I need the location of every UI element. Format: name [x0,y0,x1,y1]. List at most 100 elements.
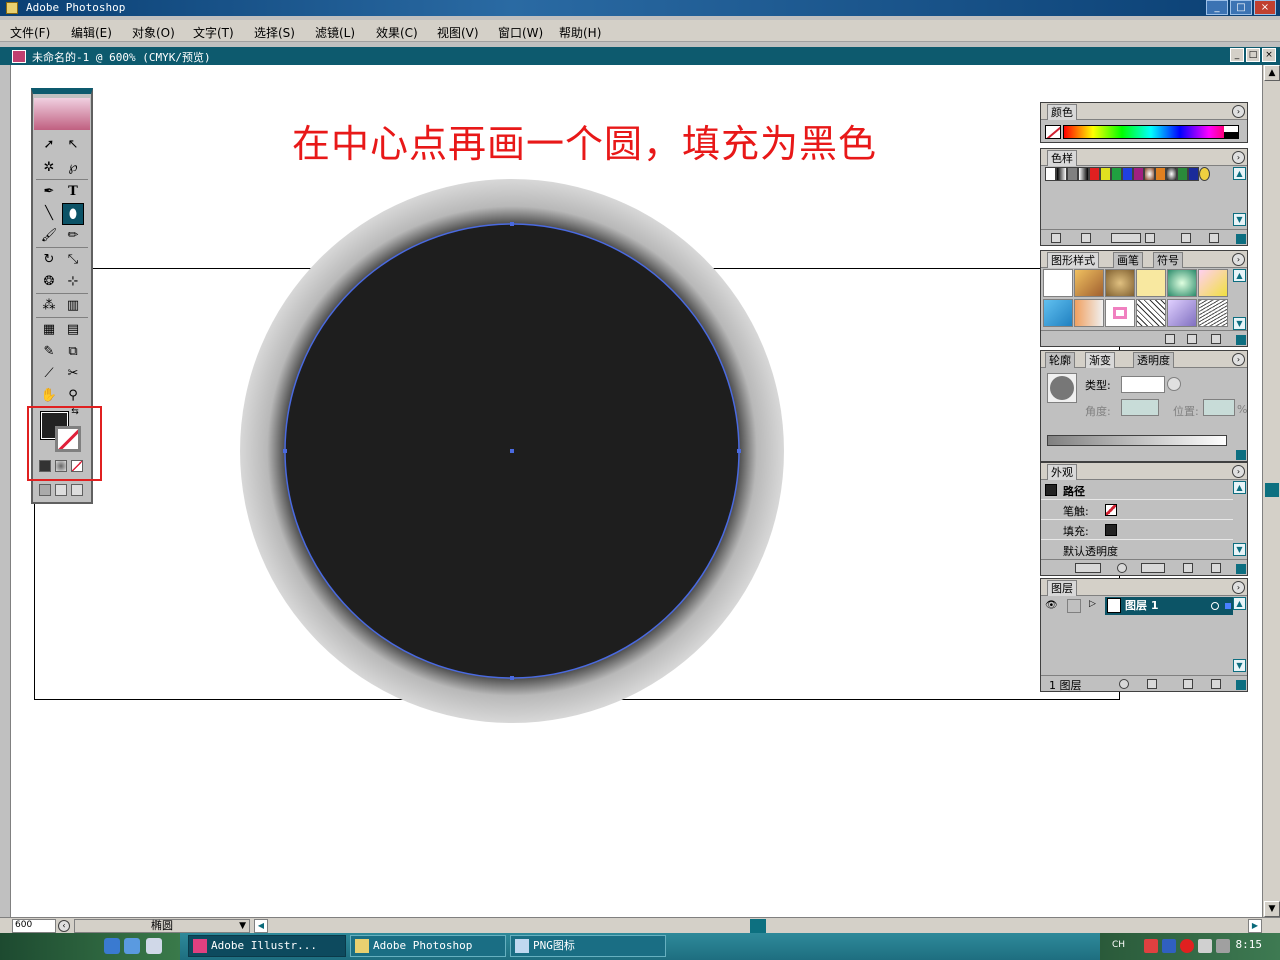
expand-layer-icon[interactable]: ▷ [1089,599,1096,609]
circle-artwork[interactable] [238,176,788,726]
menu-filter[interactable]: 滤镜(L) [315,24,355,41]
resize-handle-icon[interactable] [1236,450,1246,460]
show-swatch-kinds-icon[interactable] [1051,233,1061,243]
gradient-tool-icon[interactable]: ▤ [62,319,84,341]
graphic-style[interactable] [1074,269,1104,297]
symbol-sprayer-tool-icon[interactable]: ⁂ [38,295,60,317]
panel-menu-icon[interactable]: › [1232,253,1245,266]
tab-graphic-styles[interactable]: 图形样式 [1047,252,1099,268]
lock-toggle-icon[interactable] [1067,599,1081,613]
appearance-path-row[interactable]: 路径 [1041,481,1233,500]
graphic-style[interactable] [1167,299,1197,327]
slice-tool-icon[interactable]: ⟋ [38,363,60,385]
layer-target-icon[interactable] [1211,602,1219,610]
current-tool-select[interactable]: 椭圆 ▼ [74,919,250,933]
tray-app-icon[interactable] [1162,939,1176,953]
full-screen-mode-icon[interactable] [71,484,83,496]
maximize-button[interactable]: □ [1230,0,1252,15]
scroll-up-icon[interactable]: ▲ [1233,167,1246,180]
gradient-type-select[interactable] [1121,376,1165,393]
rotate-tool-icon[interactable]: ↻ [38,249,60,271]
gradient-position-input[interactable] [1203,399,1235,416]
resize-handle-icon[interactable] [1236,564,1246,574]
clear-appearance-icon[interactable] [1141,563,1165,573]
delete-item-icon[interactable] [1211,563,1221,573]
quicklaunch-icon[interactable] [124,938,140,954]
full-screen-menu-mode-icon[interactable] [55,484,67,496]
clock[interactable]: 8:15 [1236,938,1263,951]
selection-tool-icon[interactable]: ➚ [38,134,60,156]
type-tool-icon[interactable]: T [62,181,84,203]
tab-swatches[interactable]: 色样 [1047,150,1077,166]
black-white-swatch[interactable] [1224,126,1238,138]
task-illustrator[interactable]: Adobe Illustr... [188,935,346,957]
graphic-style[interactable] [1167,269,1197,297]
swatch[interactable] [1188,167,1199,181]
gradient-type-dropdown-icon[interactable] [1167,377,1181,391]
scroll-up-arrow-icon[interactable]: ▲ [1264,65,1280,81]
layer-selection-indicator-icon[interactable] [1225,603,1231,609]
layer-row[interactable]: 👁 ▷ 图层 1 [1041,597,1233,615]
swatch[interactable] [1166,167,1177,181]
tab-color[interactable]: 颜色 [1047,104,1077,120]
close-button[interactable]: × [1254,0,1276,15]
menu-type[interactable]: 文字(T) [193,24,234,41]
horizontal-scrollbar[interactable]: ◀ ▶ [254,919,1264,933]
graphic-style[interactable] [1105,269,1135,297]
graphic-style[interactable] [1198,299,1228,327]
none-color-box[interactable] [1045,125,1061,139]
panel-menu-icon[interactable]: › [1232,465,1245,478]
make-clipping-mask-icon[interactable] [1119,679,1129,689]
new-swatch-icon[interactable] [1181,233,1191,243]
panel-menu-icon[interactable]: › [1232,105,1245,118]
menu-help[interactable]: 帮助(H) [559,24,601,41]
graphic-style[interactable] [1105,299,1135,327]
show-color-swatches-icon[interactable] [1081,233,1091,243]
direct-selection-tool-icon[interactable]: ↖ [62,134,84,156]
scissors-tool-icon[interactable]: ✂ [62,363,84,385]
graphic-style[interactable] [1136,299,1166,327]
scroll-right-arrow-icon[interactable]: ▶ [1248,919,1262,933]
doc-maximize-button[interactable]: □ [1246,48,1260,62]
panel-menu-icon[interactable]: › [1232,581,1245,594]
swatch[interactable] [1155,167,1166,181]
delete-swatch-icon[interactable] [1209,233,1219,243]
graph-tool-icon[interactable]: ▥ [62,295,84,317]
gradient-angle-input[interactable] [1121,399,1159,416]
scroll-down-arrow-icon[interactable]: ▼ [1264,901,1280,917]
scroll-down-icon[interactable]: ▼ [1233,543,1246,556]
zoom-level-field[interactable]: 600 [12,919,56,933]
input-language-indicator[interactable]: CH [1112,940,1125,950]
swatch[interactable] [1144,167,1155,181]
network-icon[interactable] [1216,939,1230,953]
tab-symbols[interactable]: 符号 [1153,252,1183,268]
menu-file[interactable]: 文件(F) [10,24,50,41]
menu-effect[interactable]: 效果(C) [376,24,418,41]
delete-style-icon[interactable] [1211,334,1221,344]
doc-minimize-button[interactable]: _ [1230,48,1244,62]
right-anchor[interactable] [737,449,741,453]
scroll-down-icon[interactable]: ▼ [1233,317,1246,330]
scroll-left-arrow-icon[interactable]: ◀ [254,919,268,933]
warp-tool-icon[interactable]: ❂ [38,271,60,293]
tab-gradient[interactable]: 渐变 [1085,352,1115,368]
paintbrush-tool-icon[interactable]: 🖌 [38,225,60,247]
new-layer-icon[interactable] [1183,679,1193,689]
vertical-scrollbar[interactable]: ▲ ▼ [1262,65,1280,917]
doc-close-button[interactable]: × [1262,48,1276,62]
menu-window[interactable]: 窗口(W) [498,24,543,41]
lasso-tool-icon[interactable]: ℘ [62,157,84,179]
duplicate-item-icon[interactable] [1183,563,1193,573]
standard-screen-mode-icon[interactable] [39,484,51,496]
swatch[interactable] [1045,167,1056,181]
scroll-up-icon[interactable]: ▲ [1233,269,1246,282]
tab-appearance[interactable]: 外观 [1047,464,1077,480]
mesh-tool-icon[interactable]: ▦ [38,319,60,341]
pen-tool-icon[interactable]: ✒ [38,181,60,203]
gradient-slider[interactable] [1047,435,1227,446]
swatch[interactable] [1089,167,1100,181]
swatch[interactable] [1067,167,1078,181]
graphic-style-default[interactable] [1043,269,1073,297]
scale-tool-icon[interactable]: ⤡ [62,249,84,271]
vertical-scroll-thumb[interactable] [1265,483,1279,497]
